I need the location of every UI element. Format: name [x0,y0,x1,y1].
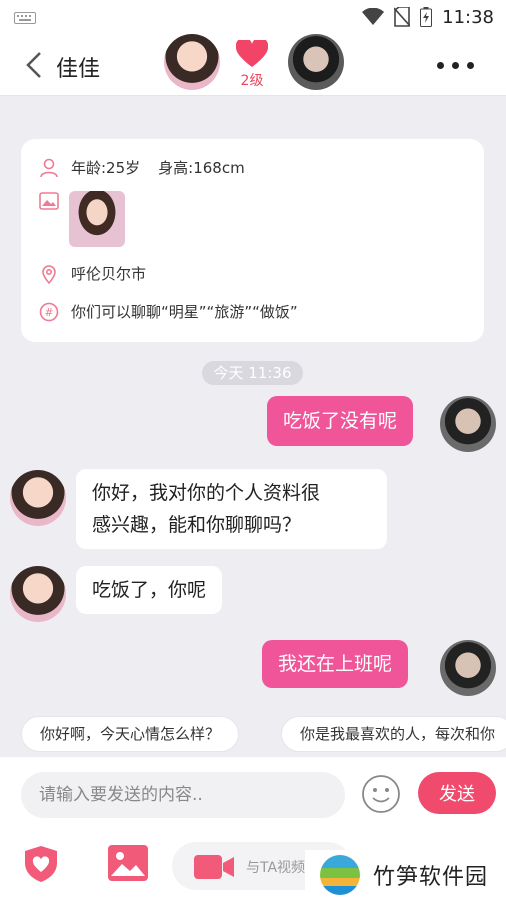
message-line: 感兴趣，能和你聊聊吗？ [92,514,302,536]
heart-icon [235,37,269,67]
shield-heart-icon[interactable] [24,845,58,883]
quick-reply-chip[interactable]: 你好啊，今天心情怎么样？ [21,716,240,752]
image-icon [39,192,59,210]
contact-avatar-message[interactable] [10,470,66,526]
emoji-icon[interactable] [360,773,402,815]
watermark: 竹笋软件园 [305,850,506,900]
gallery-icon[interactable] [108,845,148,881]
message-input[interactable] [21,772,345,818]
quick-reply-chip[interactable]: 你是我最喜欢的人，每次和你 [281,716,506,752]
video-call-label: 与TA视频 [246,860,306,876]
message-bubble-sent[interactable]: 吃饭了没有呢 [267,396,414,446]
profile-card: 年龄:25岁 身高:168cm 呼伦贝尔市 # 你们可以聊聊“明星”“旅游”“做… [21,139,484,342]
contact-name: 佳佳 [56,57,101,82]
profile-city-row: 呼伦贝尔市 [39,263,146,284]
message-bubble-received[interactable]: 吃饭了，你呢 [76,566,223,614]
profile-topics-row: # 你们可以聊聊“明星”“旅游”“做饭” [39,301,298,322]
profile-age-height: 年龄:25岁 身高:168cm [39,157,245,178]
profile-age: 年龄:25岁 [71,159,141,177]
chat-timestamp: 今天 11:36 [202,361,303,385]
more-icon[interactable] [437,62,474,69]
message-line: 你好，我对你的个人资料很 [92,482,321,504]
intimacy-level[interactable]: 2级 [234,37,270,90]
profile-photo-thumb[interactable] [69,191,125,247]
no-sim-icon [394,7,411,27]
composer-bar: 发送 [0,757,506,833]
message-bubble-received[interactable]: 你好，我对你的个人资料很 感兴趣，能和你聊聊吗？ [76,469,387,549]
video-camera-icon [194,855,234,879]
message-bubble-sent[interactable]: 我还在上班呢 [262,640,409,688]
my-avatar-message[interactable] [440,396,496,452]
keyboard-icon [14,12,36,24]
profile-photos-row [39,191,71,211]
bamboo-logo-icon [320,855,360,895]
my-avatar[interactable] [288,34,344,90]
chat-header: 佳佳 2级 [0,34,506,96]
topic-icon: # [39,302,59,321]
my-avatar-message[interactable] [440,640,496,696]
profile-height: 身高:168cm [158,159,245,177]
watermark-text: 竹笋软件园 [373,865,489,890]
contact-avatar[interactable] [164,34,220,90]
person-icon [40,158,58,177]
status-bar: 11:38 [0,0,506,34]
quick-reply-strip: 你好啊，今天心情怎么样？ 你是我最喜欢的人，每次和你 [0,712,506,756]
contact-avatar-message[interactable] [10,566,66,622]
profile-city: 呼伦贝尔市 [71,265,147,283]
location-icon [42,264,56,284]
svg-text:#: # [44,306,53,319]
level-label: 2级 [240,73,264,89]
status-time: 11:38 [442,6,494,28]
send-button[interactable]: 发送 [418,772,496,814]
back-icon[interactable] [22,50,48,80]
profile-topics: 你们可以聊聊“明星”“旅游”“做饭” [71,303,298,321]
wifi-icon [362,8,385,25]
battery-icon [420,7,433,27]
